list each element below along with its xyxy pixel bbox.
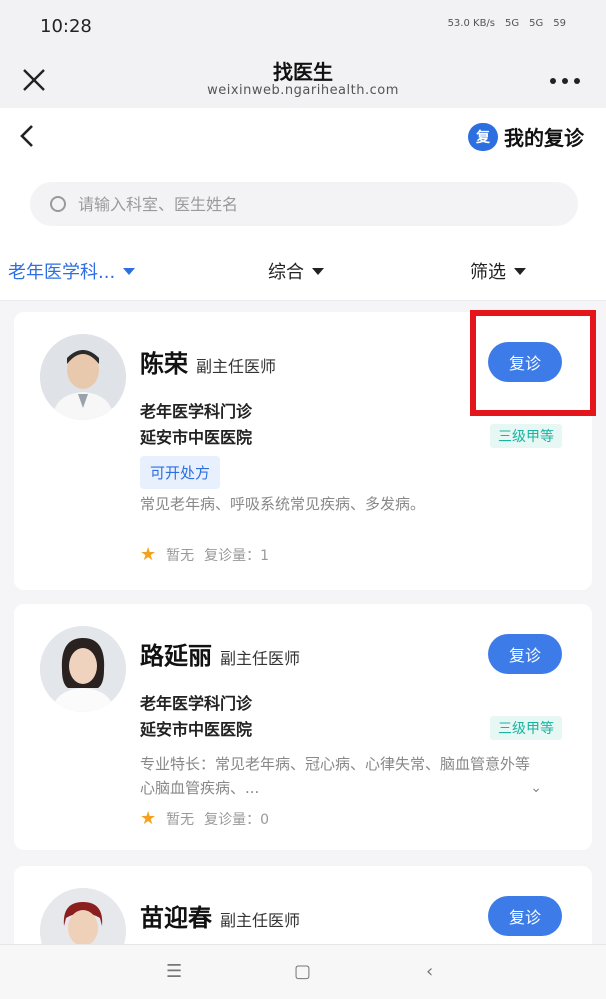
doctor-name: 陈荣 副主任医师 [140,344,276,379]
status-time: 10:28 [40,16,92,37]
screen-filter-label: 筛选 [470,262,506,283]
page-title: 找医生 [273,60,333,84]
doctor-rating: 暂无 [166,547,195,564]
doctor-card[interactable]: 路延丽 副主任医师 复诊 老年医学科门诊 延安市中医医院 三级甲等 专业特长：常见… [14,604,592,850]
signal-icon-2: 5G [529,18,544,29]
search-icon [50,196,66,212]
prescription-tag: 可开处方 [140,456,221,489]
screen-filter[interactable]: 筛选 [470,258,526,284]
revisit-button[interactable]: 复诊 [488,896,562,936]
nav-row: 复 我的复诊 [0,108,606,168]
search-input[interactable] [76,193,540,215]
net-speed: 53.0 KB/s [447,18,496,29]
doctor-department: 老年医学科门诊 [140,694,253,713]
highlight-annotation-box [470,310,596,416]
status-icons: 53.0 KB/s 5G 5G 59 [448,18,566,29]
doctor-specialty: 专业特长：常见老年病、冠心病、心律失常、脑血管意外等心脑血管疾病、... [140,755,531,797]
home-icon[interactable]: ▢ [294,961,311,982]
revisit-count: 复诊量：0 [204,811,270,828]
department-filter-label: 老年医学科... [8,262,116,283]
search-box[interactable] [30,182,578,226]
avatar [40,626,126,712]
more-icon[interactable] [550,78,580,84]
hospital-grade-badge: 三级甲等 [490,716,562,740]
back-icon[interactable] [14,122,42,150]
doctor-name-text: 苗迎春 [140,904,212,932]
chevron-down-icon[interactable]: ⌄ [530,780,542,796]
system-nav-bar: ☰ ▢ ‹ [0,944,606,999]
doctor-title: 副主任医师 [220,649,301,668]
sort-filter-label: 综合 [268,262,304,283]
my-revisit-label: 我的复诊 [504,126,584,150]
sort-filter[interactable]: 综合 [268,258,324,284]
avatar [40,888,126,944]
doctor-name-text: 陈荣 [140,350,188,378]
avatar [40,334,126,420]
star-icon: ★ [140,544,157,565]
doctor-meta: ★ 暂无 复诊量：0 [140,808,269,829]
filter-bar: 老年医学科... 综合 筛选 [0,240,606,301]
revisit-badge-icon: 复 [468,122,498,151]
menu-icon[interactable]: ☰ [166,961,182,982]
chevron-down-icon [123,267,136,275]
revisit-button[interactable]: 复诊 [488,634,562,674]
my-revisit-link[interactable]: 复 我的复诊 [468,122,584,151]
doctor-name: 路延丽 副主任医师 [140,636,300,671]
doctor-rating: 暂无 [166,811,195,828]
status-bar: 10:28 53.0 KB/s 5G 5G 59 [0,0,606,56]
doctor-hospital: 延安市中医医院 [140,428,253,447]
doctor-department: 老年医学科门诊 [140,402,253,421]
doctor-name: 苗迎春 副主任医师 [140,898,300,933]
back-nav-icon[interactable]: ‹ [426,961,433,982]
star-icon: ★ [140,808,157,829]
doctor-hospital: 延安市中医医院 [140,720,253,739]
signal-icon: 5G [505,18,520,29]
doctor-card[interactable]: 苗迎春 副主任医师 复诊 [14,866,592,944]
hospital-grade-badge: 三级甲等 [490,424,562,448]
doctor-title: 副主任医师 [220,911,301,930]
doctor-specialty: 常见老年病、呼吸系统常见疾病、多发病。 [140,495,426,513]
revisit-count: 复诊量：1 [204,547,270,564]
doctor-meta: ★ 暂无 复诊量：1 [140,544,269,565]
battery-icon: 59 [553,18,566,29]
chevron-down-icon [514,267,526,275]
page-url: weixinweb.ngarihealth.com [207,83,399,98]
doctor-name-text: 路延丽 [140,642,212,670]
search-section [0,168,606,240]
title-bar: 找医生 weixinweb.ngarihealth.com [0,56,606,109]
department-filter[interactable]: 老年医学科... [8,258,136,284]
doctor-title: 副主任医师 [196,357,277,376]
chevron-down-icon [312,267,324,275]
